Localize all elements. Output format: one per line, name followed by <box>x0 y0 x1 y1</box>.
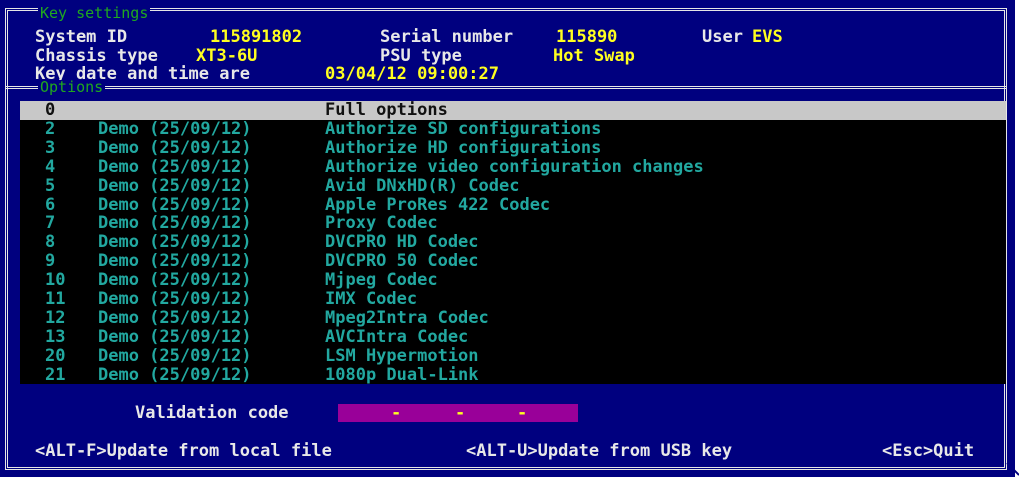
validation-code-label: Validation code <box>135 403 289 423</box>
option-description: Mjpeg Codec <box>325 270 438 291</box>
validation-separator: - <box>455 403 466 423</box>
option-row[interactable]: 3 Demo (25/09/12) Authorize HD configurati… <box>20 137 1006 158</box>
option-description: Authorize SD configurations <box>325 118 602 139</box>
option-status: Demo (25/09/12) <box>98 137 252 158</box>
option-status: Demo (25/09/12) <box>98 326 252 347</box>
option-number: 8 <box>45 232 56 253</box>
serial-number-value: 115890 <box>556 27 618 47</box>
psu-type-label: PSU type <box>380 46 462 66</box>
option-row[interactable]: 13 Demo (25/09/12) AVCIntra Codec <box>20 326 1006 347</box>
option-number: 11 <box>45 289 66 309</box>
option-row[interactable]: 2 Demo (25/09/12) Authorize SD configurati… <box>20 118 1006 139</box>
option-row[interactable]: 11 Demo (25/09/12) IMX Codec <box>20 290 1006 309</box>
psu-type-value: Hot Swap <box>553 46 635 66</box>
option-number: 9 <box>45 251 56 272</box>
option-status: Demo (25/09/12) <box>98 156 252 177</box>
option-description: AVCIntra Codec <box>325 326 469 347</box>
user-value: EVS <box>752 27 783 47</box>
option-status: Demo (25/09/12) <box>98 175 252 196</box>
option-row[interactable]: 10 Demo (25/09/12) Mjpeg Codec <box>20 271 1006 290</box>
option-description: Authorize video configuration changes <box>325 156 704 177</box>
option-number: 10 <box>45 270 66 291</box>
chassis-type-label: Chassis type <box>35 46 158 66</box>
key-settings-title: Key settings <box>38 4 151 22</box>
option-number: 12 <box>45 307 66 328</box>
option-status: Demo (25/09/12) <box>98 213 252 234</box>
option-status: Demo (25/09/12) <box>98 251 252 272</box>
option-number: 13 <box>45 326 66 347</box>
option-number: 3 <box>45 137 56 158</box>
update-from-file-command[interactable]: <ALT-F>Update from local file <box>35 442 332 460</box>
option-row[interactable]: 9 Demo (25/09/12) DVCPRO 50 Codec <box>20 252 1006 271</box>
option-number: 21 <box>45 364 66 385</box>
validation-separator: - <box>391 403 402 423</box>
option-description: Full options <box>325 100 448 120</box>
options-list[interactable]: 0 Full options 2 Demo (25/09/12) Authorize S… <box>20 101 1006 384</box>
option-row[interactable]: 8 Demo (25/09/12) DVCPRO HD Codec <box>20 233 1006 252</box>
option-number: 2 <box>45 118 56 139</box>
key-date-value: 03/04/12 09:00:27 <box>325 64 499 84</box>
option-description: Proxy Codec <box>325 213 438 234</box>
serial-number-label: Serial number <box>380 27 514 47</box>
option-row[interactable]: 6 Demo (25/09/12) Apple ProRes 422 Codec <box>20 194 1006 215</box>
system-id-label: System ID <box>35 27 128 47</box>
option-row[interactable]: 21 Demo (25/09/12) 1080p Dual-Link <box>20 364 1006 385</box>
option-number: 7 <box>45 213 56 234</box>
option-description: 1080p Dual-Link <box>325 364 479 385</box>
option-description: Avid DNxHD(R) Codec <box>325 175 520 196</box>
option-row[interactable]: 4 Demo (25/09/12) Authorize video configur… <box>20 156 1006 177</box>
terminal-screen: Key settings System ID 115891802 Serial … <box>0 0 1015 477</box>
update-from-usb-command[interactable]: <ALT-U>Update from USB key <box>466 442 732 460</box>
user-label: User <box>702 27 743 47</box>
option-number: 6 <box>45 194 56 215</box>
option-description: IMX Codec <box>325 289 418 309</box>
option-status: Demo (25/09/12) <box>98 270 252 291</box>
options-title: Options <box>38 78 106 96</box>
option-description: Mpeg2Intra Codec <box>325 307 489 328</box>
option-description: LSM Hypermotion <box>325 345 479 366</box>
option-row[interactable]: 20 Demo (25/09/12) LSM Hypermotion <box>20 345 1006 366</box>
system-id-value: 115891802 <box>210 27 303 47</box>
option-status: Demo (25/09/12) <box>98 118 252 139</box>
quit-command[interactable]: <Esc>Quit <box>882 442 974 460</box>
chassis-type-value: XT3-6U <box>196 46 258 66</box>
option-status: Demo (25/09/12) <box>98 345 252 366</box>
option-number: 4 <box>45 156 56 177</box>
option-number: 0 <box>45 100 56 120</box>
option-status: Demo (25/09/12) <box>98 307 252 328</box>
option-status: Demo (25/09/12) <box>98 194 252 215</box>
option-row[interactable]: 0 Full options <box>20 101 1006 120</box>
resize-grip-icon[interactable] <box>1005 463 1019 477</box>
option-status: Demo (25/09/12) <box>98 232 252 253</box>
option-description: DVCPRO 50 Codec <box>325 251 479 272</box>
validation-separator: - <box>517 403 528 423</box>
option-description: Authorize HD configurations <box>325 137 602 158</box>
option-status: Demo (25/09/12) <box>98 364 252 385</box>
options-divider <box>5 86 1007 89</box>
option-row[interactable]: 12 Demo (25/09/12) Mpeg2Intra Codec <box>20 307 1006 328</box>
option-row[interactable]: 7 Demo (25/09/12) Proxy Codec <box>20 214 1006 233</box>
option-row[interactable]: 5 Demo (25/09/12) Avid DNxHD(R) Codec <box>20 175 1006 196</box>
option-description: DVCPRO HD Codec <box>325 232 479 253</box>
option-number: 20 <box>45 345 66 366</box>
validation-code-input[interactable]: - - - <box>338 404 578 422</box>
option-number: 5 <box>45 175 56 196</box>
option-status: Demo (25/09/12) <box>98 289 252 309</box>
option-description: Apple ProRes 422 Codec <box>325 194 551 215</box>
